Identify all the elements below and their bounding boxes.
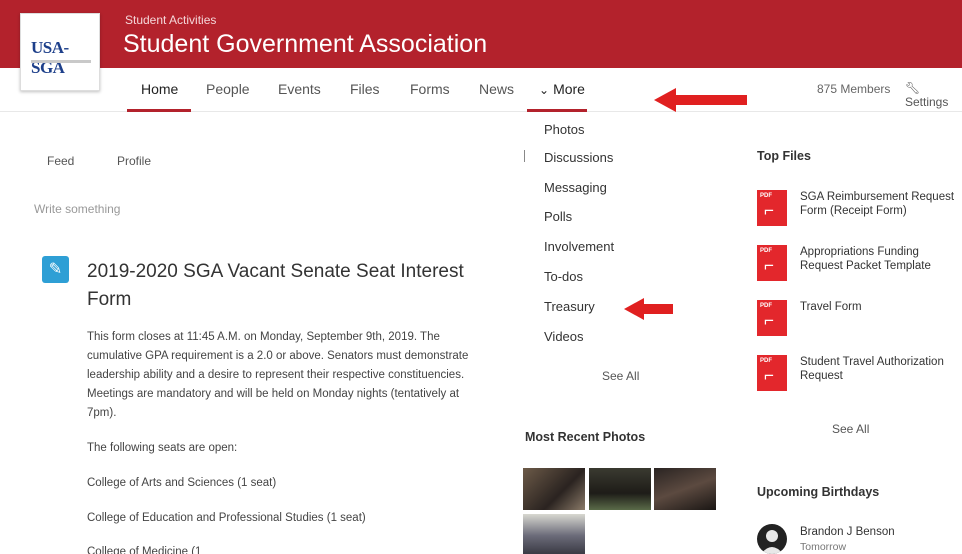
file-name[interactable]: Travel Form [800, 300, 960, 314]
more-dropdown: Photos Discussions Messaging Polls Invol… [527, 112, 697, 392]
menu-item-photos[interactable]: Photos [544, 122, 584, 137]
photo-thumbnail[interactable] [523, 514, 585, 554]
photo-thumbnail[interactable] [589, 468, 651, 510]
post-seat-item: College of Arts and Sciences (1 seat) [87, 477, 277, 489]
nav-more-label: More [553, 81, 585, 97]
nav-people[interactable]: People [206, 81, 250, 97]
chevron-down-icon: ⌄ [539, 83, 550, 97]
tab-profile[interactable]: Profile [117, 154, 151, 168]
post-seats-intro: The following seats are open: [87, 442, 238, 454]
post-body: This form closes at 11:45 A.M. on Monday… [87, 331, 469, 419]
top-files-heading: Top Files [757, 149, 811, 163]
page-title: Student Government Association [123, 30, 488, 58]
file-name[interactable]: Student Travel Authorization Request [800, 355, 960, 383]
member-count[interactable]: 875 Members [817, 82, 890, 96]
settings-link[interactable]: 🔧︎ Settings [905, 81, 962, 109]
menu-item-messaging[interactable]: Messaging [544, 180, 607, 195]
nav-more[interactable]: ⌄ More [539, 81, 585, 97]
post-seat-item: College of Medicine (1 [87, 546, 202, 554]
photo-thumbnail[interactable] [523, 468, 585, 510]
organization-logo[interactable]: USA-SGA [20, 13, 100, 91]
menu-item-videos[interactable]: Videos [544, 329, 584, 344]
pdf-icon: PDF ⌐ [757, 300, 787, 336]
files-see-all-link[interactable]: See All [832, 422, 869, 436]
post-seat-item: College of Education and Professional St… [87, 512, 366, 524]
menu-item-todos[interactable]: To-dos [544, 269, 583, 284]
org-category[interactable]: Student Activities [125, 13, 216, 27]
menu-item-discussions[interactable]: Discussions [544, 150, 613, 165]
birthday-name[interactable]: Brandon J Benson [800, 526, 895, 538]
menu-item-polls[interactable]: Polls [544, 209, 572, 224]
dropdown-divider [524, 150, 525, 162]
file-name[interactable]: SGA Reimbursement Request Form (Receipt … [800, 190, 960, 218]
birthday-date: Tomorrow [800, 541, 847, 553]
post-composer[interactable]: Write something [34, 202, 120, 216]
form-icon: ✎ [42, 256, 69, 283]
logo-text: USA-SGA [31, 38, 69, 77]
birthdays-heading: Upcoming Birthdays [757, 485, 880, 499]
menu-see-all-link[interactable]: See All [602, 369, 639, 383]
file-name[interactable]: Appropriations Funding Request Packet Te… [800, 245, 960, 273]
logo-tagline [31, 60, 91, 63]
pdf-icon: PDF ⌐ [757, 190, 787, 226]
pdf-icon: PDF ⌐ [757, 245, 787, 281]
post-title[interactable]: 2019-2020 SGA Vacant Senate Seat Interes… [87, 258, 487, 314]
menu-item-involvement[interactable]: Involvement [544, 239, 614, 254]
active-tab-indicator [127, 109, 191, 112]
nav-home[interactable]: Home [141, 81, 178, 97]
avatar[interactable] [757, 524, 787, 554]
nav-events[interactable]: Events [278, 81, 321, 97]
nav-bar: Home People Events Files Forms News ⌄ Mor… [0, 68, 962, 112]
pdf-icon: PDF ⌐ [757, 355, 787, 391]
menu-item-treasury[interactable]: Treasury [544, 299, 595, 314]
nav-files[interactable]: Files [350, 81, 380, 97]
nav-forms[interactable]: Forms [410, 81, 450, 97]
nav-news[interactable]: News [479, 81, 514, 97]
wrench-icon: 🔧︎ [905, 81, 921, 95]
photo-thumbnail[interactable] [654, 468, 716, 510]
settings-label: Settings [905, 95, 949, 109]
tab-feed[interactable]: Feed [47, 154, 74, 168]
recent-photos-heading: Most Recent Photos [525, 430, 646, 444]
